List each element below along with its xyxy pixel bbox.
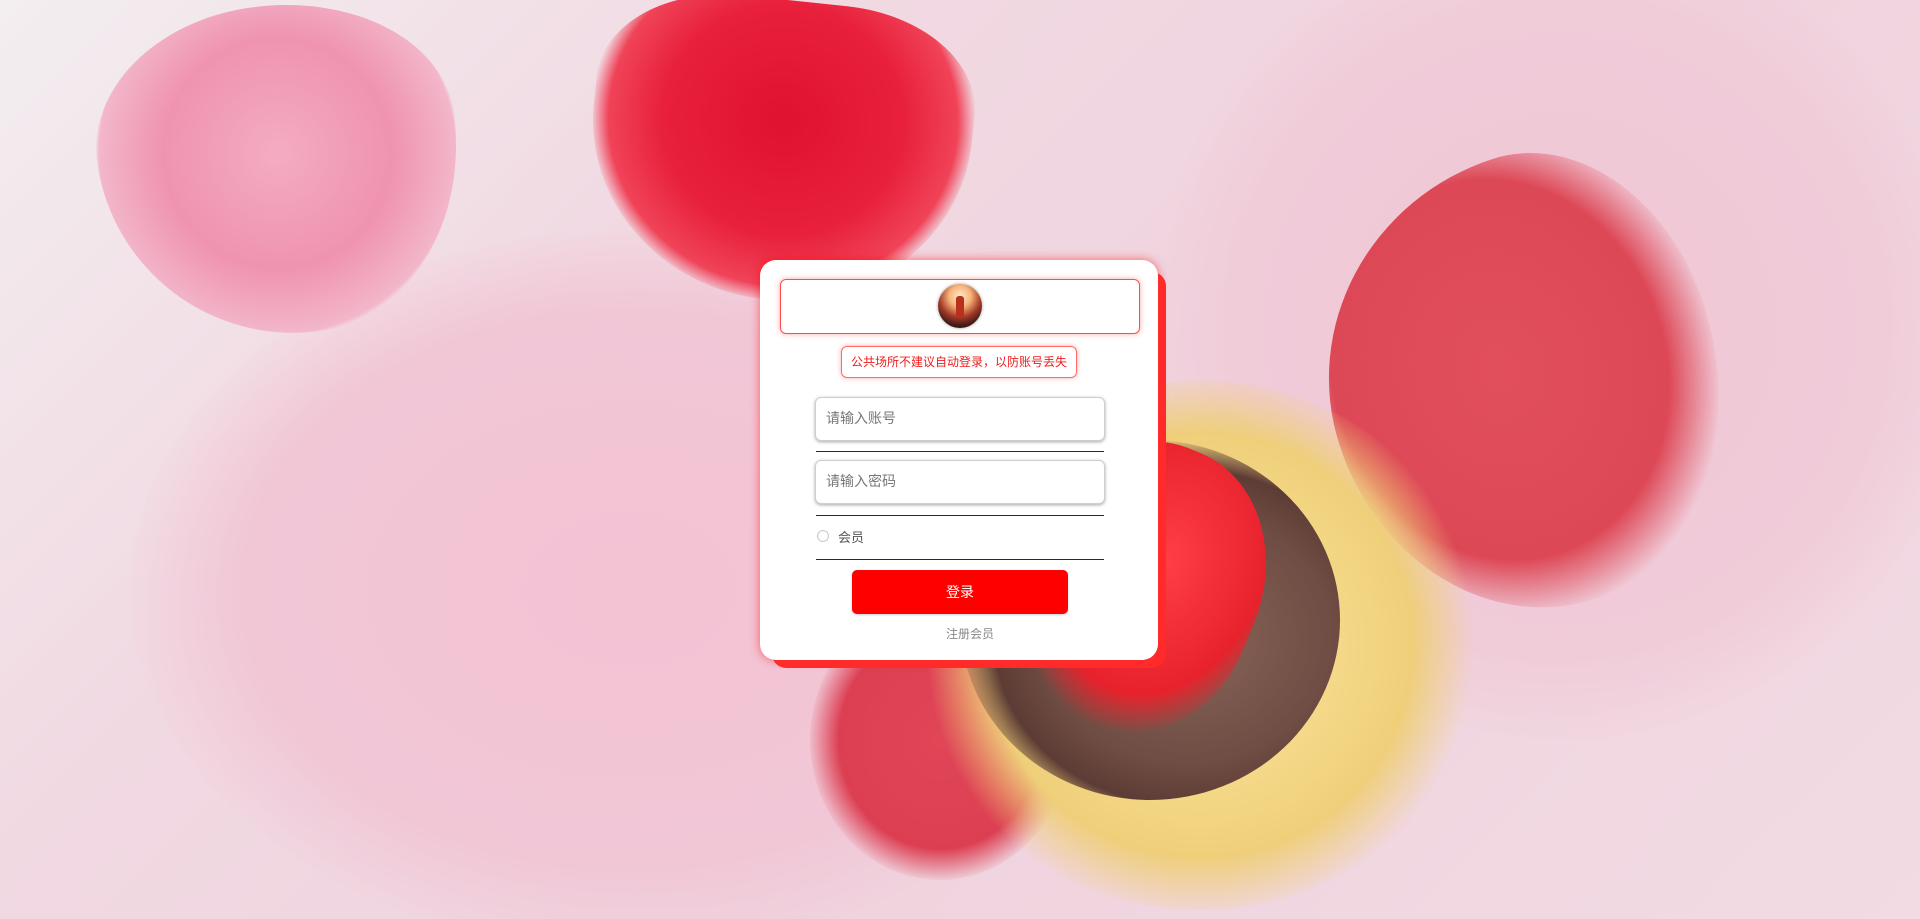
member-radio[interactable]	[817, 530, 829, 542]
avatar-logo-icon	[938, 284, 982, 328]
password-input[interactable]	[815, 460, 1105, 504]
login-card: 公共场所不建议自动登录，以防账号丢失 会员 登录 注册会员	[760, 260, 1158, 660]
account-input[interactable]	[815, 397, 1105, 441]
member-option[interactable]: 会员	[817, 527, 865, 546]
logo-box	[780, 279, 1140, 334]
divider	[816, 559, 1104, 560]
divider	[816, 451, 1104, 452]
member-label: 会员	[838, 530, 865, 546]
register-link[interactable]: 注册会员	[910, 625, 1030, 642]
divider	[816, 515, 1104, 516]
auto-login-notice: 公共场所不建议自动登录，以防账号丢失	[841, 346, 1077, 378]
login-button[interactable]: 登录	[852, 570, 1068, 614]
